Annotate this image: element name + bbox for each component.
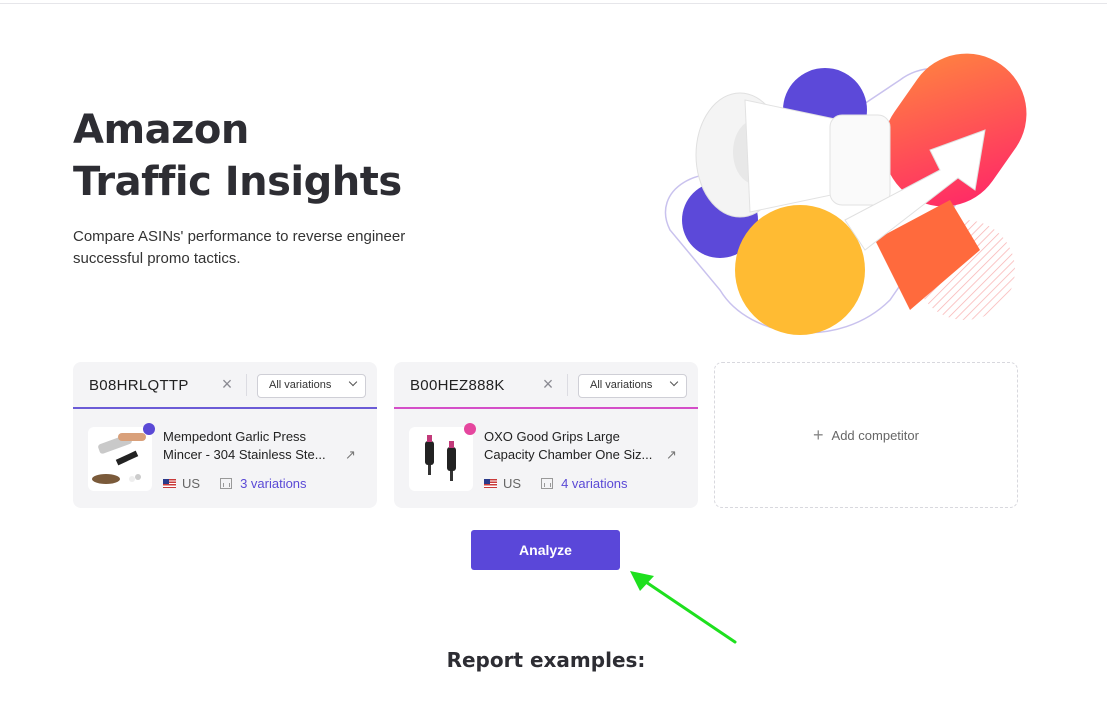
analyze-button[interactable]: Analyze — [471, 530, 620, 570]
variations-select[interactable]: All variations — [578, 374, 687, 398]
add-competitor-label: Add competitor — [831, 427, 919, 443]
external-link-icon[interactable]: ↗ — [345, 447, 356, 463]
product-name-line-2: Mincer - 304 Stainless Ste... — [163, 447, 326, 462]
divider — [567, 374, 568, 396]
product-meta: US 3 variations — [163, 476, 307, 491]
product-name-line-2: Capacity Chamber One Siz... — [484, 447, 653, 462]
us-flag-icon — [484, 479, 497, 488]
asin-input-row: B00HEZ888K × All variations — [394, 362, 698, 409]
page-title-line-1: Amazon — [73, 107, 249, 153]
series-color-dot — [464, 423, 476, 435]
chevron-down-icon — [348, 377, 358, 387]
variations-icon — [220, 478, 233, 489]
plus-icon: + — [813, 424, 824, 445]
variations-link[interactable]: 4 variations — [561, 476, 627, 491]
variations-select-value: All variations — [269, 379, 332, 391]
page-subtitle: Compare ASINs' performance to reverse en… — [73, 228, 406, 267]
page-title-line-2: Traffic Insights — [73, 159, 402, 205]
asin-input[interactable]: B08HRLQTTP — [89, 377, 189, 394]
product-meta: US 4 variations — [484, 476, 628, 491]
competitor-card-2: B00HEZ888K × All variations OXO Good Gri… — [394, 362, 698, 508]
marketplace-label: US — [182, 476, 201, 491]
variations-icon — [541, 478, 554, 489]
clear-icon[interactable]: × — [218, 375, 236, 393]
competitor-card-1: B08HRLQTTP × All variations Mempedont Ga… — [73, 362, 377, 508]
asin-input-row: B08HRLQTTP × All variations — [73, 362, 377, 409]
us-flag-icon — [163, 479, 176, 488]
variations-link[interactable]: 3 variations — [240, 476, 306, 491]
page-title: Amazon Traffic Insights — [73, 104, 402, 208]
product-name-link[interactable]: Mempedont Garlic Press Mincer - 304 Stai… — [163, 428, 353, 464]
asin-input[interactable]: B00HEZ888K — [410, 377, 505, 394]
product-image — [88, 427, 152, 491]
external-link-icon[interactable]: ↗ — [666, 447, 677, 463]
add-competitor-button[interactable]: + Add competitor — [714, 362, 1018, 508]
chevron-down-icon — [669, 377, 679, 387]
clear-icon[interactable]: × — [539, 375, 557, 393]
top-divider — [0, 3, 1107, 4]
annotation-arrow-icon — [630, 571, 737, 644]
variations-select-value: All variations — [590, 379, 653, 391]
product-name-line-1: OXO Good Grips Large — [484, 429, 620, 444]
product-name-line-1: Mempedont Garlic Press — [163, 429, 307, 444]
divider — [246, 374, 247, 396]
series-color-dot — [143, 423, 155, 435]
product-image — [409, 427, 473, 491]
variations-select[interactable]: All variations — [257, 374, 366, 398]
product-name-link[interactable]: OXO Good Grips Large Capacity Chamber On… — [484, 428, 674, 464]
megaphone-illustration — [664, 53, 1027, 335]
report-examples-heading: Report examples: — [446, 648, 646, 672]
marketplace-label: US — [503, 476, 522, 491]
